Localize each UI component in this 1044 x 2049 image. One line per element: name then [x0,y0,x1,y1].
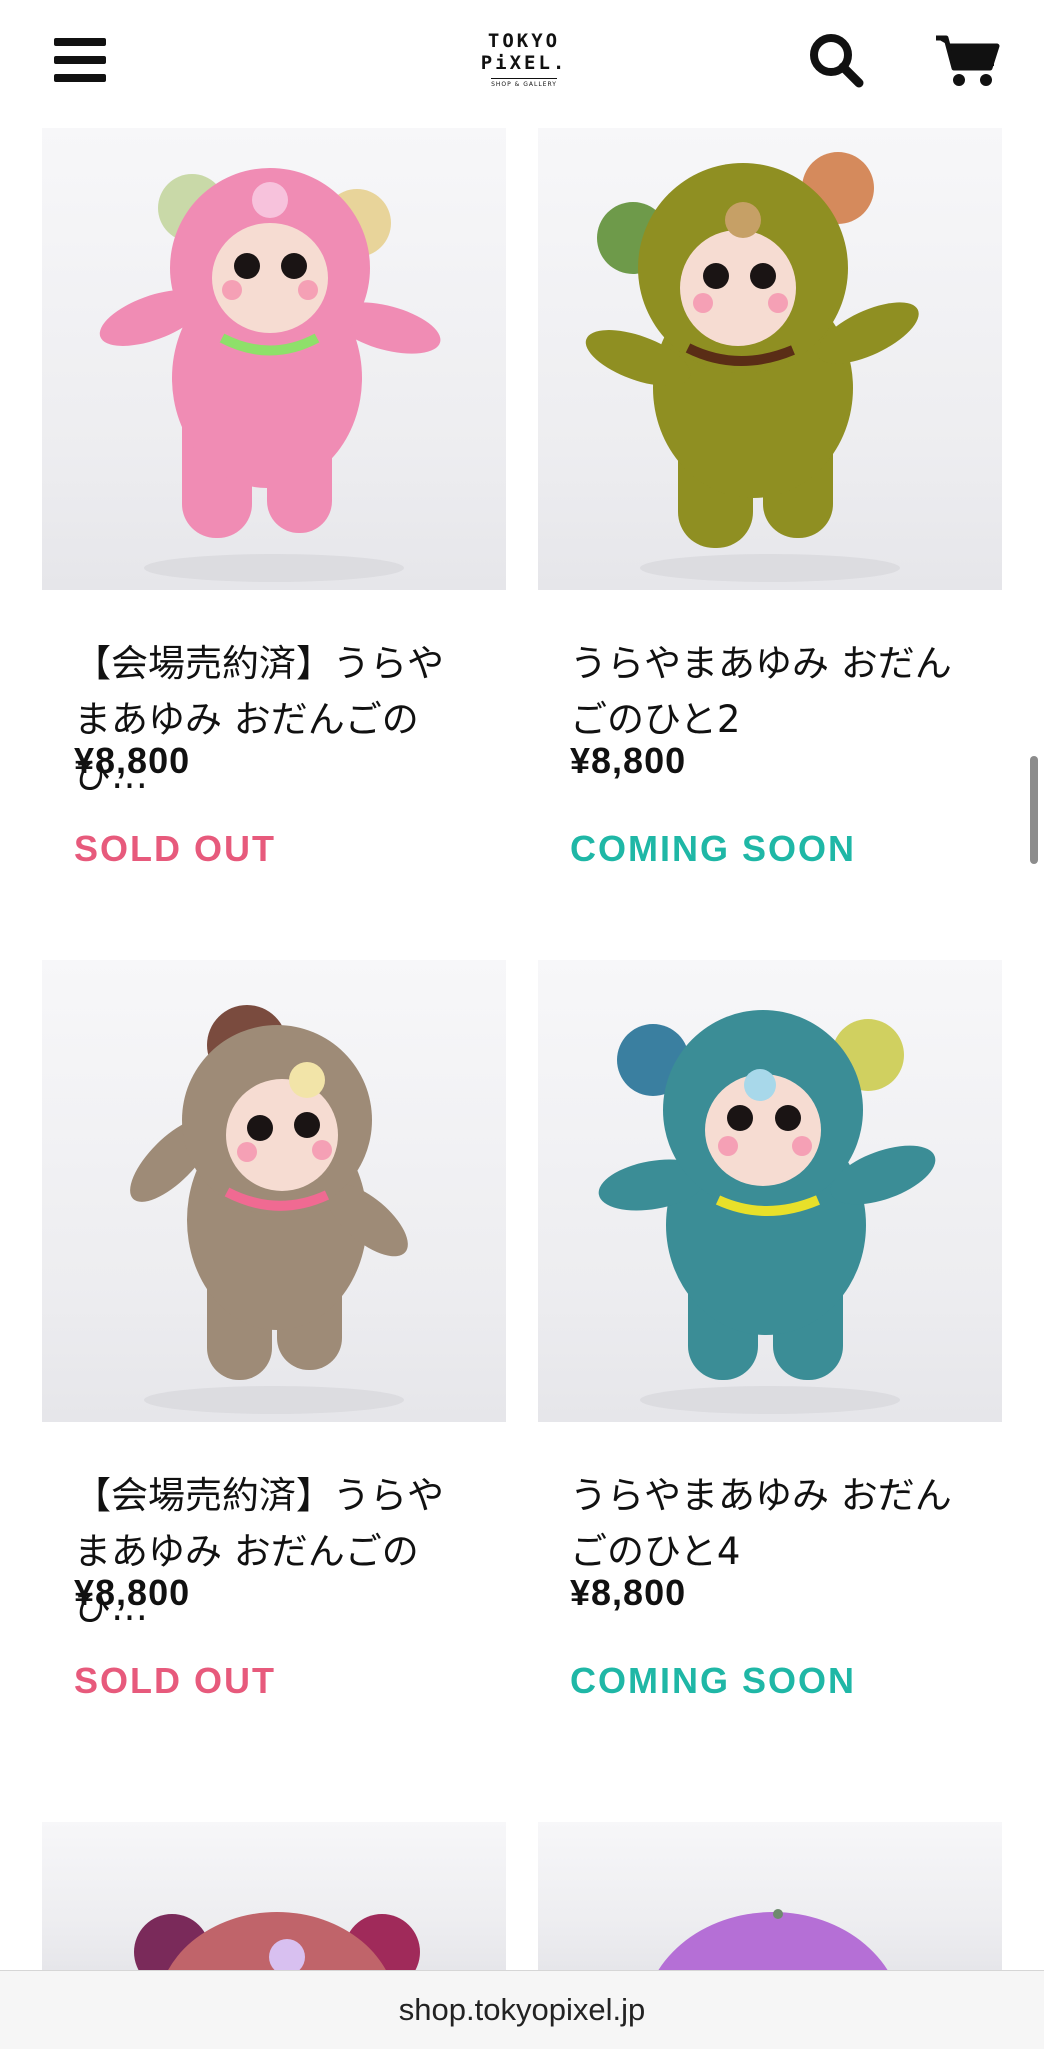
logo-line2: PiXEL. [480,52,568,74]
product-card[interactable] [538,1822,1002,1970]
product-card[interactable]: うらやまあゆみ おだんごのひと2 ¥8,800 COMING SOON [538,128,1002,869]
site-logo[interactable]: TOKYO PiXEL. SHOP & GALLERY [480,30,568,94]
product-card[interactable]: うらやまあゆみ おだんごのひと4 ¥8,800 COMING SOON [538,960,1002,1701]
status-badge: SOLD OUT [74,1660,276,1701]
menu-line [54,56,106,64]
plush-image [130,1005,408,1414]
cart-icon[interactable] [934,34,1000,88]
product-photo[interactable] [42,960,506,1422]
search-icon[interactable] [808,32,864,88]
plush-image [598,1010,936,1414]
product-photo[interactable] [42,1822,506,1970]
product-card[interactable]: 【会場売約済】うらやまあゆみ おだんごのひ… ¥8,800 SOLD OUT [42,128,506,869]
plush-image [99,168,441,582]
status-badge: COMING SOON [570,1660,857,1701]
logo-line1: TOKYO [487,30,561,52]
plush-image [658,1909,888,1970]
product-photo[interactable] [538,128,1002,590]
status-badge: SOLD OUT [74,828,276,869]
product-price: ¥8,800 [74,1572,191,1613]
product-photo[interactable] [538,1822,1002,1970]
product-card[interactable] [42,1822,506,1970]
product-card[interactable]: 【会場売約済】うらやまあゆみ おだんごのひ… ¥8,800 SOLD OUT [42,960,506,1701]
browser-url-bar[interactable]: shop.tokyopixel.jp [0,1970,1044,2049]
top-header: TOKYO PiXEL. SHOP & GALLERY [0,0,1044,124]
hamburger-icon[interactable] [54,38,106,82]
product-price: ¥8,800 [570,740,687,781]
status-badge: COMING SOON [570,828,857,869]
product-photo[interactable] [538,960,1002,1422]
menu-line [54,74,106,82]
logo-line3: SHOP & GALLERY [491,78,557,88]
product-photo[interactable] [42,128,506,590]
product-price: ¥8,800 [570,1572,687,1613]
product-price: ¥8,800 [74,740,191,781]
product-name[interactable]: うらやまあゆみ おだんごのひと4 [570,1468,970,1580]
product-name[interactable]: うらやまあゆみ おだんごのひと2 [570,636,970,748]
url-text[interactable]: shop.tokyopixel.jp [399,1992,645,2028]
plush-image [134,1912,420,1970]
menu-line [54,38,106,46]
scrollbar[interactable] [1030,756,1038,864]
plush-image [585,152,919,582]
